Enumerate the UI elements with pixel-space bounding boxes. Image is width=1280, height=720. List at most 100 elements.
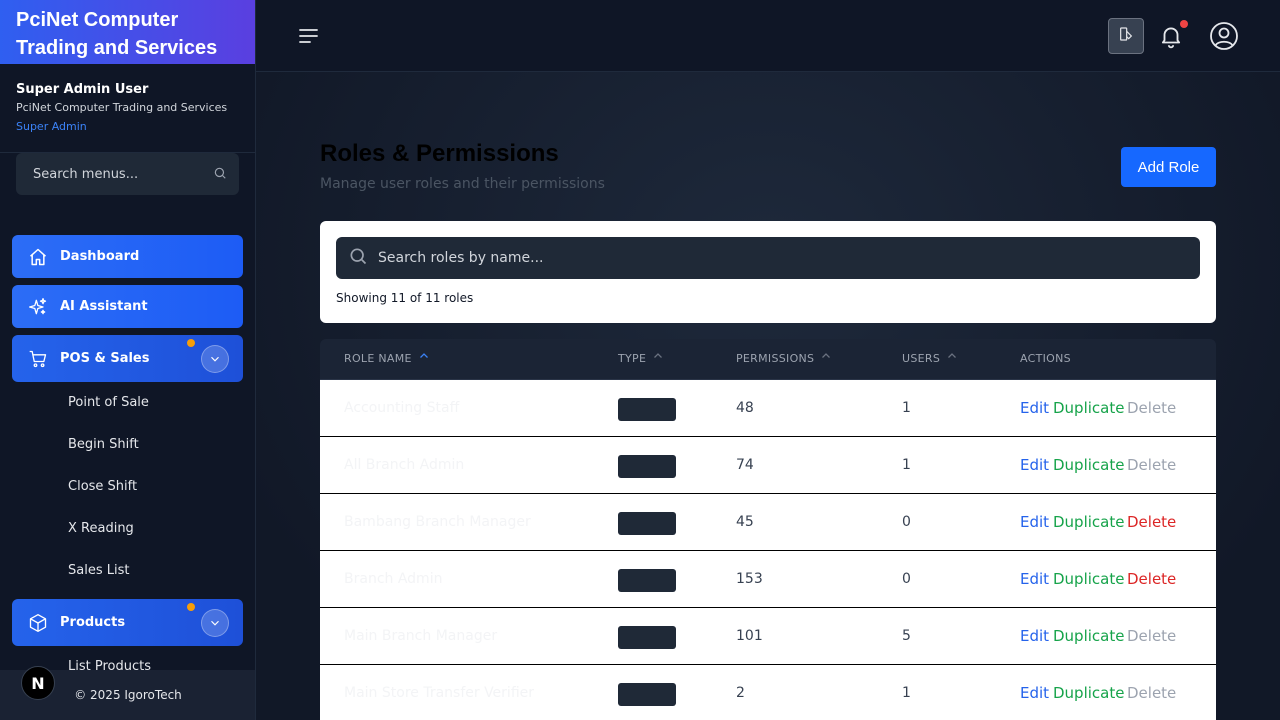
role-name-cell: Accounting Staff	[344, 400, 460, 416]
duplicate-button[interactable]: Duplicate	[1053, 437, 1124, 493]
sidebar-subitem-point-of-sale[interactable]: Point of Sale	[68, 382, 243, 424]
table-row: All Branch Admin 74 1 Edit Duplicate Del…	[320, 437, 1216, 494]
role-name-cell: Branch Admin	[344, 571, 443, 587]
table-row: Main Store Transfer Verifier 2 1 Edit Du…	[320, 665, 1216, 720]
table-row: Bambang Branch Manager 45 0 Edit Duplica…	[320, 494, 1216, 551]
roles-table: ROLE NAME TYPE PERMISSIONS USERS ACTIONS…	[320, 339, 1216, 720]
delete-button[interactable]: Delete	[1127, 551, 1176, 607]
home-icon	[28, 247, 48, 267]
box-icon	[28, 613, 48, 633]
role-name-cell: Main Store Transfer Verifier	[344, 685, 535, 701]
chevron-down-icon[interactable]	[201, 608, 229, 637]
notification-dot	[1180, 20, 1188, 28]
edit-button[interactable]: Edit	[1020, 494, 1049, 550]
brand-header[interactable]: PciNet Computer Trading and Services	[0, 0, 255, 64]
sidebar-group-products[interactable]: Products	[12, 599, 243, 646]
column-permissions[interactable]: PERMISSIONS	[736, 339, 832, 379]
edit-button[interactable]: Edit	[1020, 551, 1049, 607]
top-bar	[256, 0, 1280, 72]
search-icon[interactable]	[213, 165, 227, 184]
main-content: Roles & Permissions Manage user roles an…	[256, 72, 1280, 720]
notification-dot	[187, 603, 195, 611]
menu-icon[interactable]	[298, 26, 320, 46]
type-badge	[618, 683, 676, 706]
sidebar-group-pos-sales[interactable]: POS & Sales	[12, 335, 243, 382]
sidebar-subitem-close-shift[interactable]: Close Shift	[68, 466, 243, 508]
sidebar-item-label: POS & Sales	[60, 351, 150, 366]
edit-button[interactable]: Edit	[1020, 665, 1049, 720]
duplicate-button[interactable]: Duplicate	[1053, 608, 1124, 664]
user-circle-icon[interactable]	[1209, 21, 1239, 51]
delete-button-disabled: Delete	[1127, 627, 1177, 645]
sort-icon	[820, 339, 832, 379]
duplicate-button[interactable]: Duplicate	[1053, 494, 1124, 550]
edit-button[interactable]: Edit	[1020, 608, 1049, 664]
role-search-input[interactable]	[378, 250, 1200, 266]
column-label: TYPE	[618, 352, 647, 365]
sort-icon	[946, 339, 958, 379]
edit-button[interactable]: Edit	[1020, 380, 1049, 436]
table-row: Main Branch Manager 101 5 Edit Duplicate…	[320, 608, 1216, 665]
table-header: ROLE NAME TYPE PERMISSIONS USERS ACTIONS	[320, 339, 1216, 380]
brand-name-line-1: PciNet Computer	[16, 9, 179, 31]
users-cell: 1	[902, 685, 911, 701]
type-badge	[618, 455, 676, 478]
user-info: Super Admin User PciNet Computer Trading…	[0, 64, 255, 153]
delete-button-disabled: Delete	[1127, 456, 1177, 474]
column-label: USERS	[902, 352, 941, 365]
delete-button-disabled: Delete	[1127, 399, 1177, 417]
brand-name-line-2: Trading and Services	[16, 37, 218, 59]
role-search-box	[336, 237, 1200, 279]
sidebar-subitem-begin-shift[interactable]: Begin Shift	[68, 424, 243, 466]
column-role-name[interactable]: ROLE NAME	[344, 339, 430, 379]
type-badge	[618, 626, 676, 649]
column-label: ACTIONS	[1020, 352, 1071, 365]
users-cell: 1	[902, 457, 911, 473]
delete-button[interactable]: Delete	[1127, 494, 1176, 550]
type-badge	[618, 569, 676, 592]
column-actions: ACTIONS	[1020, 339, 1071, 379]
permissions-cell: 153	[736, 571, 763, 587]
delete-button-disabled: Delete	[1127, 684, 1177, 702]
permissions-cell: 48	[736, 400, 754, 416]
assistant-fab-button[interactable]: N	[21, 666, 55, 700]
notification-dot	[187, 339, 195, 347]
theme-toggle-icon	[1118, 26, 1134, 46]
column-label: ROLE NAME	[344, 352, 412, 365]
sidebar-item-label: Dashboard	[60, 249, 140, 264]
role-name-cell: Bambang Branch Manager	[344, 514, 531, 530]
users-cell: 1	[902, 400, 911, 416]
users-cell: 0	[902, 571, 911, 587]
sort-ascending-icon	[418, 339, 430, 379]
type-badge	[618, 398, 676, 421]
sidebar: PciNet Computer Trading and Services Sup…	[0, 0, 256, 720]
duplicate-button[interactable]: Duplicate	[1053, 665, 1124, 720]
sidebar-subitem-x-reading[interactable]: X Reading	[68, 508, 243, 550]
duplicate-button[interactable]: Duplicate	[1053, 380, 1124, 436]
sidebar-item-dashboard[interactable]: Dashboard	[12, 235, 243, 278]
table-row: Branch Admin 153 0 Edit Duplicate Delete	[320, 551, 1216, 608]
sidebar-subitem-sales-list[interactable]: Sales List	[68, 550, 243, 592]
column-users[interactable]: USERS	[902, 339, 958, 379]
sidebar-item-label: Products	[60, 615, 126, 630]
menu-search-box	[16, 153, 239, 195]
duplicate-button[interactable]: Duplicate	[1053, 551, 1124, 607]
add-role-button[interactable]: Add Role	[1121, 147, 1216, 187]
theme-toggle-button[interactable]	[1108, 18, 1144, 54]
column-label: PERMISSIONS	[736, 352, 815, 365]
edit-button[interactable]: Edit	[1020, 437, 1049, 493]
user-company: PciNet Computer Trading and Services	[16, 101, 228, 114]
menu-search-input[interactable]	[33, 166, 213, 182]
user-role: Super Admin	[16, 120, 87, 133]
search-icon	[348, 246, 368, 270]
table-row: Accounting Staff 48 1 Edit Duplicate Del…	[320, 380, 1216, 437]
sidebar-item-ai-assistant[interactable]: AI Assistant	[12, 285, 243, 328]
pos-sales-submenu: Point of Sale Begin Shift Close Shift X …	[12, 382, 243, 592]
users-cell: 0	[902, 514, 911, 530]
role-name-cell: Main Branch Manager	[344, 628, 498, 644]
results-count: Showing 11 of 11 roles	[336, 291, 474, 305]
column-type[interactable]: TYPE	[618, 339, 664, 379]
sparkles-icon	[28, 297, 48, 317]
permissions-cell: 101	[736, 628, 763, 644]
chevron-down-icon[interactable]	[201, 344, 229, 373]
